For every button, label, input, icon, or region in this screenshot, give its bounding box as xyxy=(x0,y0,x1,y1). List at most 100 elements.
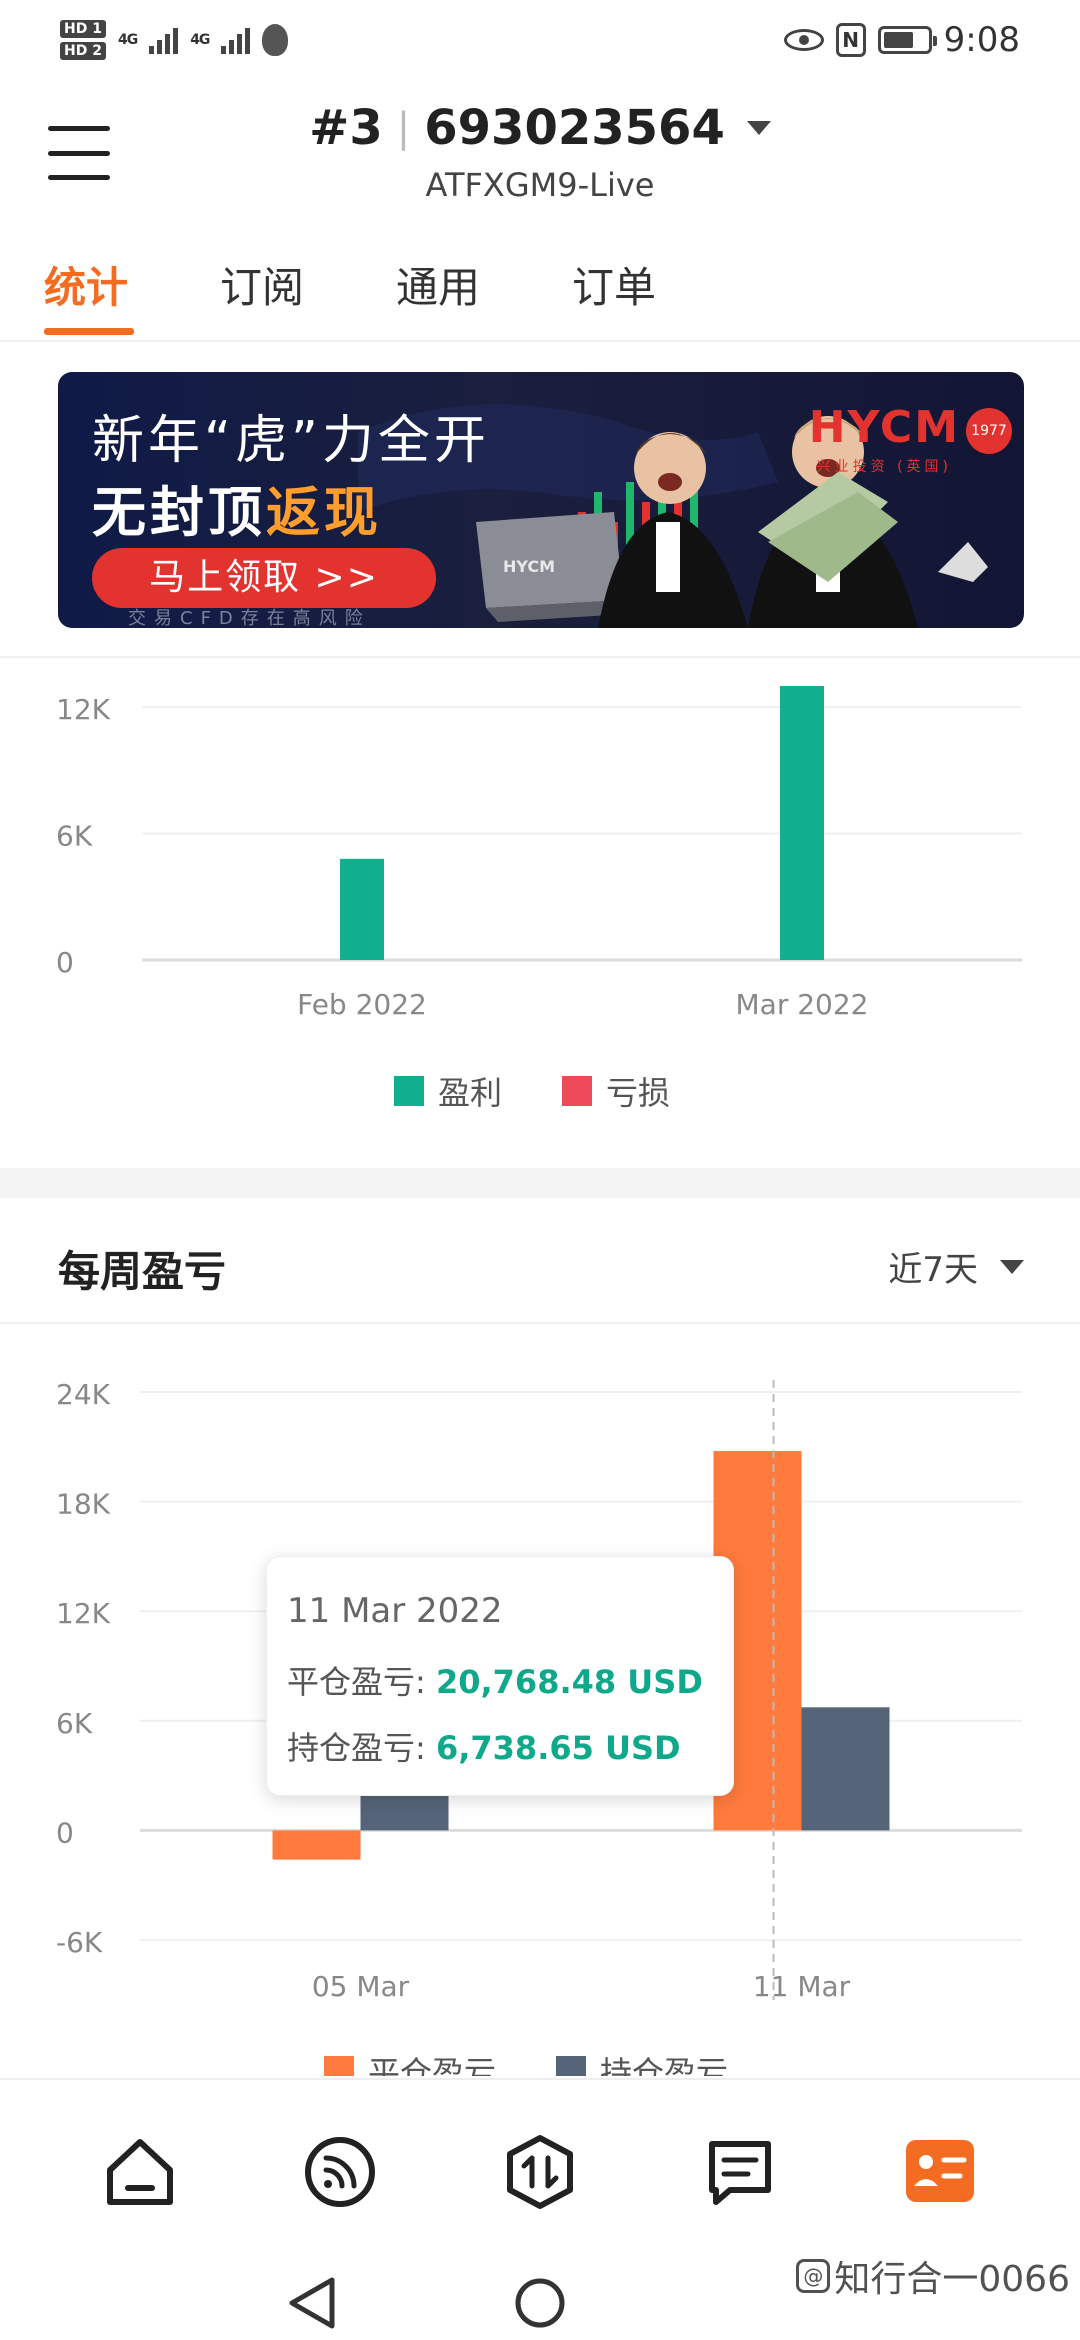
hycm-logo: HYCM xyxy=(808,402,960,453)
nav-news[interactable] xyxy=(700,2132,780,2212)
y-tick-label: -6K xyxy=(56,1926,103,1959)
server-name: ATFXGM9-Live xyxy=(425,166,655,204)
monthly-pnl-chart: 12K 6K 0 Feb 2022 Mar 2022 盈利 亏损 xyxy=(0,656,1080,1156)
qq-icon xyxy=(262,24,289,56)
open-pnl-bar xyxy=(360,1795,449,1831)
tab-bar: 统计 订阅 通用 订单 xyxy=(0,230,1080,342)
weekly-pnl-header: 每周盈亏 近7天 xyxy=(0,1198,1080,1324)
y-tick-label: 12K xyxy=(56,693,111,726)
y-tick-label: 0 xyxy=(56,946,74,979)
tab-general[interactable]: 通用 xyxy=(396,230,572,340)
banner-subtitle: 无封顶返现 xyxy=(92,468,382,547)
watermark-text: 知行合一0066 xyxy=(834,2259,1070,2300)
profit-bar xyxy=(780,686,824,960)
tab-statistics[interactable]: 统计 xyxy=(44,230,220,340)
banner-claim-button[interactable]: 马上领取 >> xyxy=(92,548,436,608)
news-icon xyxy=(709,2141,771,2205)
nav-home[interactable] xyxy=(100,2132,180,2212)
tooltip-row-open: 持仓盈亏: 6,738.65 USD xyxy=(287,1723,681,1769)
weekly-range-dropdown[interactable]: 近7天 xyxy=(888,1242,1024,1291)
nav-account[interactable] xyxy=(900,2132,980,2212)
weibo-icon: @ xyxy=(796,2259,831,2293)
legend-profit-label: 盈利 xyxy=(438,1074,503,1112)
x-tick-label: 11 Mar xyxy=(753,1970,851,2003)
hd-indicators: HD 1 HD 2 xyxy=(60,20,106,60)
account-selector[interactable]: #3 | 693023564 xyxy=(0,100,1080,156)
caret-down-icon[interactable] xyxy=(746,121,771,135)
y-tick-label: 12K xyxy=(56,1597,111,1630)
nfc-icon: N xyxy=(835,23,866,57)
banner-subtitle-highlight: 返现 xyxy=(266,481,382,544)
legend-open-label: 持仓盈亏 xyxy=(600,2054,729,2076)
tab-orders[interactable]: 订单 xyxy=(572,230,748,340)
legend-loss[interactable]: 亏损 xyxy=(562,1068,670,1114)
account-index: #3 xyxy=(309,100,383,156)
tooltip-row-closed: 平仓盈亏: 20,768.48 USD xyxy=(287,1657,703,1703)
seal-1977-icon: 1977 xyxy=(966,408,1012,454)
legend-closed-pnl[interactable]: 平仓盈亏 xyxy=(324,2048,496,2076)
home-circle-icon[interactable] xyxy=(515,2278,565,2328)
tooltip-closed-value: 20,768.48 USD xyxy=(435,1663,703,1701)
legend-swatch-loss xyxy=(562,1076,593,1106)
network-type-1: 4G xyxy=(117,32,138,48)
banner-title: 新年“虎”力全开 xyxy=(92,411,490,471)
y-tick-label: 18K xyxy=(56,1488,111,1521)
signal-icon xyxy=(221,26,251,54)
network-type-2: 4G xyxy=(190,32,210,48)
nav-signals[interactable] xyxy=(300,2132,380,2212)
signal-icon xyxy=(149,26,179,54)
legend-swatch-open xyxy=(556,2056,587,2076)
laptop-logo: HYCM xyxy=(503,557,555,576)
home-icon xyxy=(107,2139,173,2205)
bottom-nav xyxy=(0,2078,1080,2264)
watermark: @ 知行合一0066 xyxy=(796,2250,1070,2302)
section-divider xyxy=(0,1168,1080,1198)
chevron-down-icon xyxy=(1000,1259,1024,1274)
nav-trade[interactable] xyxy=(500,2132,580,2212)
status-right: N 9:08 xyxy=(783,20,1020,60)
y-tick-label: 6K xyxy=(56,820,93,853)
battery-icon xyxy=(877,26,937,54)
x-tick-label: 05 Mar xyxy=(312,1970,410,2003)
hycm-logo-sub: 兴业投资 (英国) xyxy=(816,459,952,475)
account-number: 693023564 xyxy=(424,100,725,156)
y-tick-label: 6K xyxy=(56,1707,93,1740)
back-icon[interactable] xyxy=(289,2277,335,2329)
legend-profit[interactable]: 盈利 xyxy=(394,1068,502,1114)
trade-icon xyxy=(507,2135,573,2209)
open-pnl-bar xyxy=(801,1707,890,1831)
account-icon xyxy=(906,2140,974,2202)
tooltip-open-label: 持仓盈亏: xyxy=(287,1729,426,1767)
legend-swatch-profit xyxy=(394,1076,424,1106)
y-tick-label: 24K xyxy=(56,1378,111,1411)
banner-subtitle-prefix: 无封顶 xyxy=(92,481,266,544)
tooltip-open-value: 6,738.65 USD xyxy=(435,1729,681,1767)
status-time: 9:08 xyxy=(943,20,1020,60)
hd2-badge: HD 2 xyxy=(60,42,106,60)
legend-open-pnl[interactable]: 持仓盈亏 xyxy=(556,2048,728,2076)
monthly-chart-legend: 盈利 亏损 xyxy=(394,1068,670,1114)
chart-tooltip: 11 Mar 2022 平仓盈亏: 20,768.48 USD 持仓盈亏: 6,… xyxy=(266,1556,734,1796)
closed-pnl-bar xyxy=(272,1830,361,1860)
monthly-chart-svg: 12K 6K 0 Feb 2022 Mar 2022 xyxy=(56,686,1022,1021)
weekly-chart-legend: 平仓盈亏 持仓盈亏 xyxy=(324,2048,728,2076)
x-tick-label: Mar 2022 xyxy=(736,988,869,1021)
x-tick-label: Feb 2022 xyxy=(297,988,427,1021)
promo-banner[interactable]: HYCM 新年“虎”力全开 无封顶返现 马上领取 >> 交易CFD存在高风险 H… xyxy=(58,372,1024,628)
signal-feed-icon xyxy=(305,2137,375,2207)
legend-closed-label: 平仓盈亏 xyxy=(368,2054,497,2076)
weekly-pnl-title: 每周盈亏 xyxy=(58,1247,227,1296)
legend-swatch-closed xyxy=(324,2056,354,2076)
tab-subscribe[interactable]: 订阅 xyxy=(220,230,396,340)
account-separator: | xyxy=(396,105,411,151)
tooltip-closed-label: 平仓盈亏: xyxy=(287,1663,426,1701)
tooltip-date: 11 Mar 2022 xyxy=(287,1591,503,1631)
app-header: #3 | 693023564 ATFXGM9-Live xyxy=(0,90,1080,220)
weekly-range-label: 近7天 xyxy=(888,1250,978,1290)
y-tick-label: 0 xyxy=(56,1816,74,1849)
banner-risk-warning: 交易CFD存在高风险 xyxy=(128,608,371,628)
profit-bar xyxy=(340,858,384,960)
hd1-badge: HD 1 xyxy=(60,20,106,38)
status-left: HD 1 HD 2 4G 4G xyxy=(60,20,289,60)
legend-loss-label: 亏损 xyxy=(606,1074,671,1112)
